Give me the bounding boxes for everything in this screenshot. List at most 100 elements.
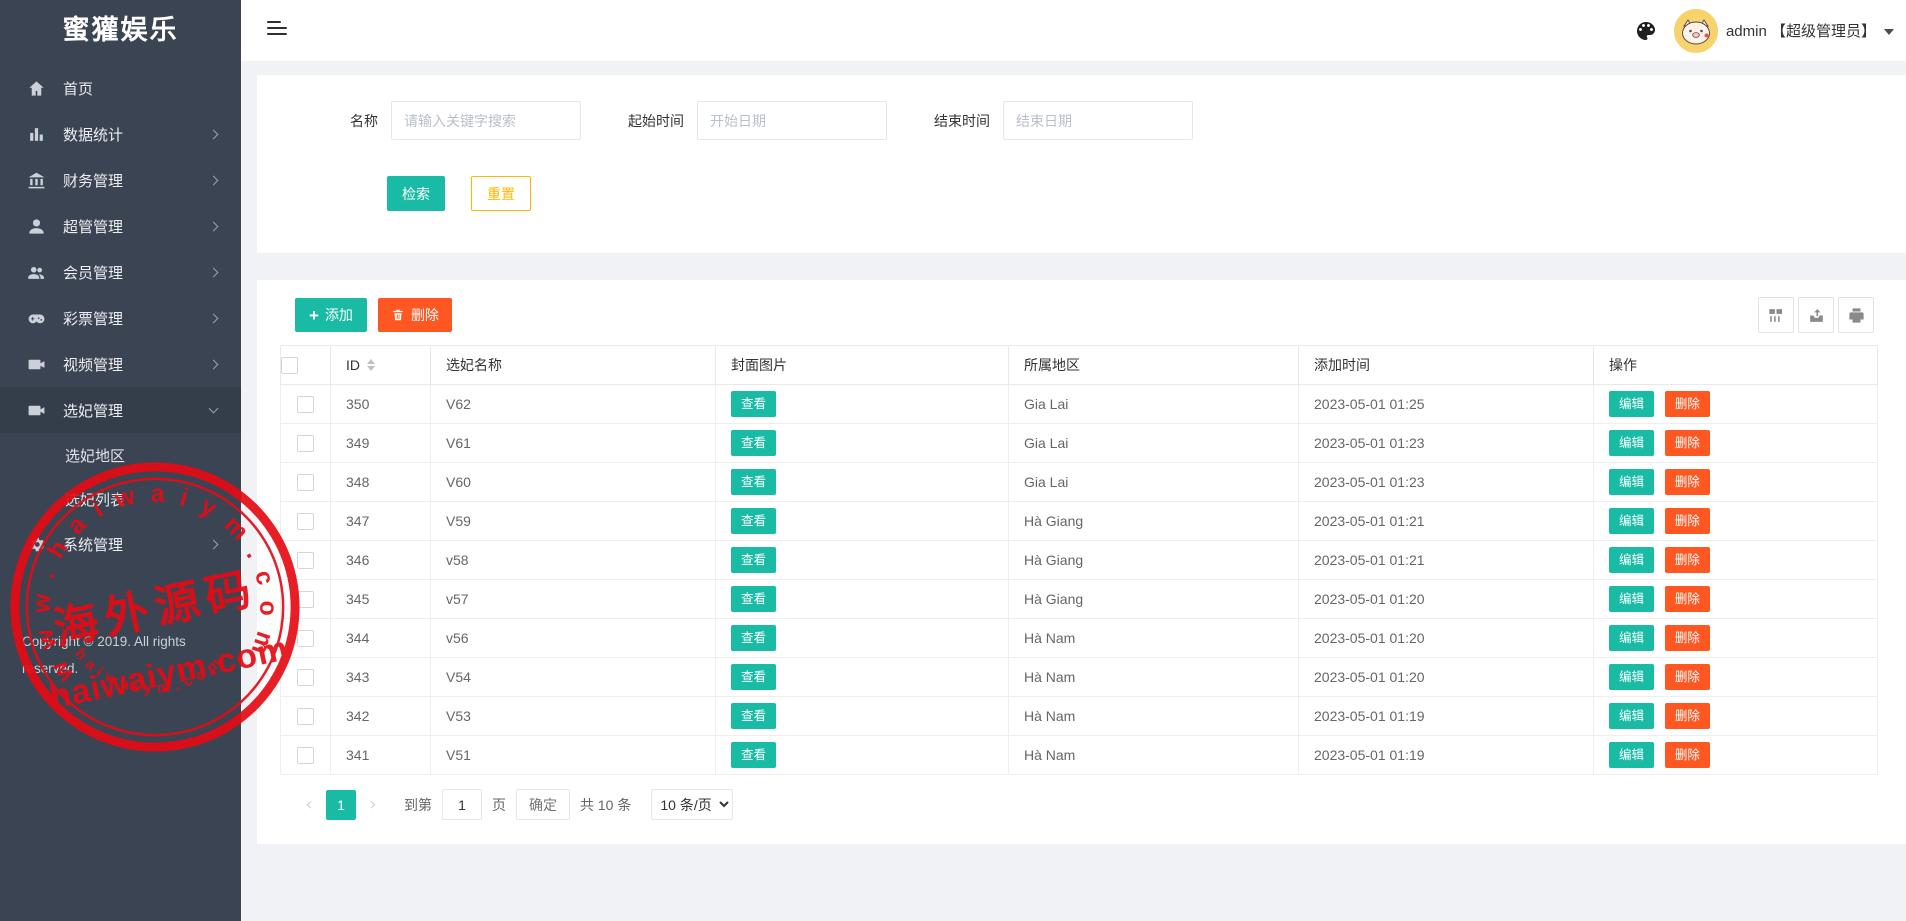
current-page-button[interactable]: 1 — [326, 790, 356, 820]
view-button[interactable]: 查看 — [731, 625, 776, 651]
cell-region: Hà Giang — [1009, 541, 1299, 580]
view-button[interactable]: 查看 — [731, 391, 776, 417]
chevron-icon — [209, 313, 219, 323]
cell-name: v58 — [431, 541, 716, 580]
sidebar-item-label: 选妃地区 — [65, 445, 219, 466]
goto-page-input[interactable] — [442, 789, 482, 820]
delete-button[interactable]: 删除 — [1665, 703, 1710, 729]
row-checkbox[interactable] — [297, 513, 314, 530]
view-button[interactable]: 查看 — [731, 430, 776, 456]
cell-cover: 查看 — [716, 463, 1009, 502]
view-button[interactable]: 查看 — [731, 664, 776, 690]
delete-button[interactable]: 删除 — [1665, 742, 1710, 768]
edit-button[interactable]: 编辑 — [1609, 664, 1654, 690]
sidebar-item[interactable]: 系统管理 — [0, 521, 241, 567]
prev-page-icon[interactable]: ‹ — [294, 790, 324, 820]
chevron-icon — [209, 129, 219, 139]
print-button[interactable] — [1838, 297, 1874, 333]
row-checkbox[interactable] — [297, 591, 314, 608]
add-button[interactable]: + 添加 — [295, 298, 367, 332]
cell-region: Hà Nam — [1009, 736, 1299, 775]
filter-columns-button[interactable] — [1758, 297, 1794, 333]
search-button[interactable]: 检索 — [387, 176, 445, 211]
edit-button[interactable]: 编辑 — [1609, 703, 1654, 729]
row-checkbox[interactable] — [297, 435, 314, 452]
home-icon — [27, 79, 46, 98]
cell-region: Hà Giang — [1009, 502, 1299, 541]
edit-button[interactable]: 编辑 — [1609, 586, 1654, 612]
delete-button[interactable]: 删除 — [1665, 664, 1710, 690]
cell-cover: 查看 — [716, 580, 1009, 619]
row-checkbox[interactable] — [297, 474, 314, 491]
next-page-icon[interactable]: › — [358, 790, 388, 820]
bulk-delete-button[interactable]: 删除 — [378, 298, 452, 332]
cell-cover: 查看 — [716, 736, 1009, 775]
row-checkbox[interactable] — [297, 669, 314, 686]
view-button[interactable]: 查看 — [731, 703, 776, 729]
theme-palette-icon[interactable] — [1634, 19, 1658, 43]
page-size-select[interactable]: 10 条/页 — [651, 789, 733, 820]
delete-button[interactable]: 删除 — [1665, 391, 1710, 417]
cell-actions: 编辑 删除 — [1594, 697, 1878, 736]
table-row: 346 v58 查看 Hà Giang 2023-05-01 01:21 编辑 … — [281, 541, 1878, 580]
delete-button[interactable]: 删除 — [1665, 430, 1710, 456]
edit-button[interactable]: 编辑 — [1609, 742, 1654, 768]
keyword-input[interactable] — [391, 101, 581, 140]
delete-button[interactable]: 删除 — [1665, 508, 1710, 534]
edit-button[interactable]: 编辑 — [1609, 391, 1654, 417]
view-button[interactable]: 查看 — [731, 742, 776, 768]
cell-actions: 编辑 删除 — [1594, 580, 1878, 619]
start-time-label: 起始时间 — [628, 111, 684, 131]
goto-confirm-button[interactable]: 确定 — [516, 789, 570, 820]
menu-toggle-icon[interactable] — [267, 21, 287, 39]
user-menu[interactable]: admin 【超级管理员】 — [1674, 9, 1894, 53]
edit-button[interactable]: 编辑 — [1609, 469, 1654, 495]
cell-name: V51 — [431, 736, 716, 775]
view-button[interactable]: 查看 — [731, 547, 776, 573]
row-checkbox[interactable] — [297, 552, 314, 569]
caret-down-icon — [1884, 29, 1894, 35]
view-button[interactable]: 查看 — [731, 508, 776, 534]
sidebar-item[interactable]: 选妃列表 — [0, 477, 241, 521]
chevron-icon — [209, 359, 219, 369]
delete-button[interactable]: 删除 — [1665, 625, 1710, 651]
edit-button[interactable]: 编辑 — [1609, 508, 1654, 534]
export-button[interactable] — [1798, 297, 1834, 333]
cell-cover: 查看 — [716, 658, 1009, 697]
sidebar-item[interactable]: 数据统计 — [0, 111, 241, 157]
sidebar-item[interactable]: 超管管理 — [0, 203, 241, 249]
start-date-input[interactable] — [697, 101, 887, 140]
table-row: 347 V59 查看 Hà Giang 2023-05-01 01:21 编辑 … — [281, 502, 1878, 541]
header-id: ID — [331, 346, 431, 385]
view-button[interactable]: 查看 — [731, 469, 776, 495]
cell-id: 347 — [331, 502, 431, 541]
row-checkbox[interactable] — [297, 630, 314, 647]
reset-button[interactable]: 重置 — [471, 176, 531, 211]
avatar[interactable] — [1674, 9, 1718, 53]
chevron-icon — [209, 404, 219, 414]
edit-button[interactable]: 编辑 — [1609, 430, 1654, 456]
row-checkbox[interactable] — [297, 747, 314, 764]
sidebar-item[interactable]: 选妃管理 — [0, 387, 241, 433]
sidebar-item[interactable]: 选妃地区 — [0, 433, 241, 477]
sidebar-item-label: 视频管理 — [63, 354, 210, 375]
edit-button[interactable]: 编辑 — [1609, 547, 1654, 573]
sidebar-item[interactable]: 视频管理 — [0, 341, 241, 387]
delete-button[interactable]: 删除 — [1665, 469, 1710, 495]
end-date-input[interactable] — [1003, 101, 1193, 140]
sidebar-item[interactable]: 首页 — [0, 65, 241, 111]
select-all-checkbox[interactable] — [281, 357, 298, 374]
sidebar-item[interactable]: 会员管理 — [0, 249, 241, 295]
edit-button[interactable]: 编辑 — [1609, 625, 1654, 651]
cell-id: 350 — [331, 385, 431, 424]
sort-icon[interactable] — [367, 359, 375, 371]
sidebar-item[interactable]: 财务管理 — [0, 157, 241, 203]
sidebar-item[interactable]: 彩票管理 — [0, 295, 241, 341]
row-checkbox[interactable] — [297, 396, 314, 413]
delete-button[interactable]: 删除 — [1665, 586, 1710, 612]
view-button[interactable]: 查看 — [731, 586, 776, 612]
cell-cover: 查看 — [716, 541, 1009, 580]
cell-time: 2023-05-01 01:21 — [1299, 541, 1594, 580]
delete-button[interactable]: 删除 — [1665, 547, 1710, 573]
row-checkbox[interactable] — [297, 708, 314, 725]
